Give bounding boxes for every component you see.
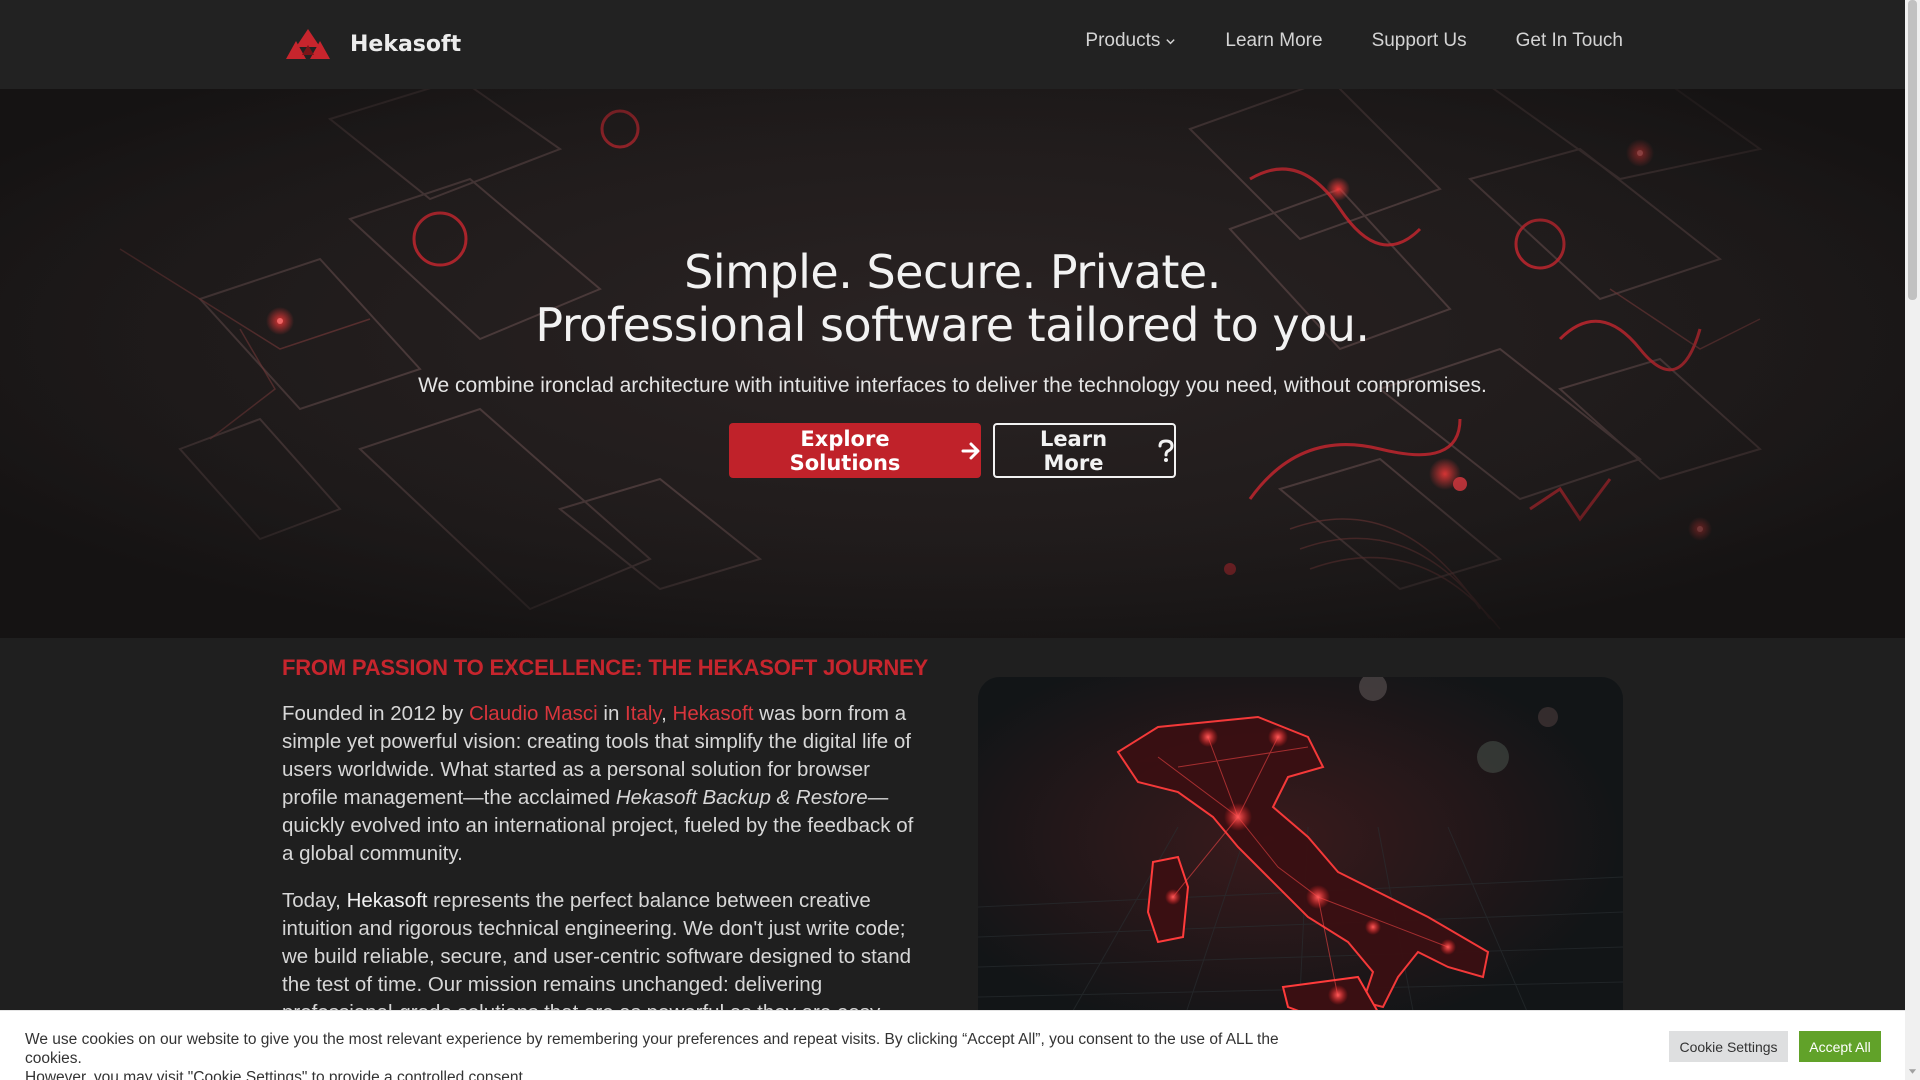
accept-all-button[interactable]: Accept All	[1799, 1031, 1881, 1062]
country-link[interactable]: Italy	[625, 702, 661, 725]
learn-more-label: Learn More	[1039, 426, 1108, 475]
cookie-text-line2: However, you may visit "Cookie Settings"…	[25, 1069, 528, 1080]
explore-solutions-label: Explore Solutions	[789, 426, 901, 475]
scrollbar-thumb[interactable]	[1908, 0, 1917, 300]
p1-text-a: Founded in 2012 by	[282, 702, 469, 725]
scroll-down-arrow-icon[interactable]	[1908, 1066, 1917, 1076]
founder-link[interactable]: Claudio Masci	[469, 702, 598, 725]
site-header: Hekasoft Products Learn More Support Us …	[0, 0, 1905, 89]
nav-products-label: Products	[1085, 30, 1161, 51]
hero-section: Simple. Secure. Private. Professional so…	[0, 89, 1905, 638]
nav-get-in-touch[interactable]: Get In Touch	[1516, 30, 1623, 52]
nav-learn-more-label: Learn More	[1225, 30, 1323, 51]
brand[interactable]: Hekasoft	[286, 27, 461, 61]
p1-text-b: in	[597, 702, 626, 725]
explore-solutions-button[interactable]: Explore Solutions	[729, 423, 981, 478]
italy-map-image	[978, 677, 1623, 1037]
cookie-text-line1: We use cookies on our website to give yo…	[25, 1031, 1279, 1067]
about-text: Founded in 2012 by Claudio Masci in Ital…	[282, 700, 922, 1046]
cookie-settings-button[interactable]: Cookie Settings	[1669, 1031, 1788, 1062]
hero-title-line2: Professional software tailored to you.	[535, 298, 1370, 352]
nav-learn-more[interactable]: Learn More	[1225, 30, 1322, 52]
company-name: Hekasoft	[346, 889, 428, 912]
nav-get-in-touch-label: Get In Touch	[1515, 30, 1623, 51]
nav-support-us-label: Support Us	[1371, 30, 1467, 51]
p1-text-c: ,	[661, 702, 673, 725]
main-nav: Products Learn More Support Us Get In To…	[1085, 30, 1623, 52]
cookie-consent-text: We use cookies on our website to give yo…	[25, 1030, 1325, 1080]
chevron-down-icon	[1166, 38, 1176, 44]
company-link[interactable]: Hekasoft	[673, 702, 754, 725]
hero-title-line1: Simple. Secure. Private.	[684, 245, 1221, 299]
brand-name: Hekasoft	[350, 31, 462, 57]
hero-buttons: Explore Solutions Learn More	[0, 423, 1905, 478]
nav-support-us[interactable]: Support Us	[1372, 30, 1467, 52]
learn-more-button[interactable]: Learn More	[993, 423, 1176, 478]
hero-subtitle: We combine ironclad architecture with in…	[418, 374, 1487, 397]
page: Hekasoft Products Learn More Support Us …	[0, 0, 1905, 1080]
arrow-right-icon	[961, 442, 980, 459]
about-paragraph-1: Founded in 2012 by Claudio Masci in Ital…	[282, 700, 922, 868]
about-paragraph-2: Today, Hekasoft represents the perfect b…	[282, 887, 922, 1027]
cookie-consent-bar: We use cookies on our website to give yo…	[0, 1010, 1905, 1080]
question-mark-icon	[1158, 438, 1174, 462]
hero-content: Simple. Secure. Private. Professional so…	[0, 246, 1905, 478]
hekasoft-logo-icon	[286, 29, 330, 59]
page-scrollbar[interactable]	[1905, 0, 1920, 1080]
product-name: Hekasoft Backup & Restore	[615, 786, 868, 809]
hero-title: Simple. Secure. Private. Professional so…	[0, 246, 1905, 352]
italy-map-illustration	[978, 677, 1623, 1037]
about-heading: FROM PASSION TO EXCELLENCE: THE HEKASOFT…	[282, 655, 928, 680]
nav-products[interactable]: Products	[1085, 30, 1176, 52]
p2-text-a: Today,	[282, 889, 347, 912]
